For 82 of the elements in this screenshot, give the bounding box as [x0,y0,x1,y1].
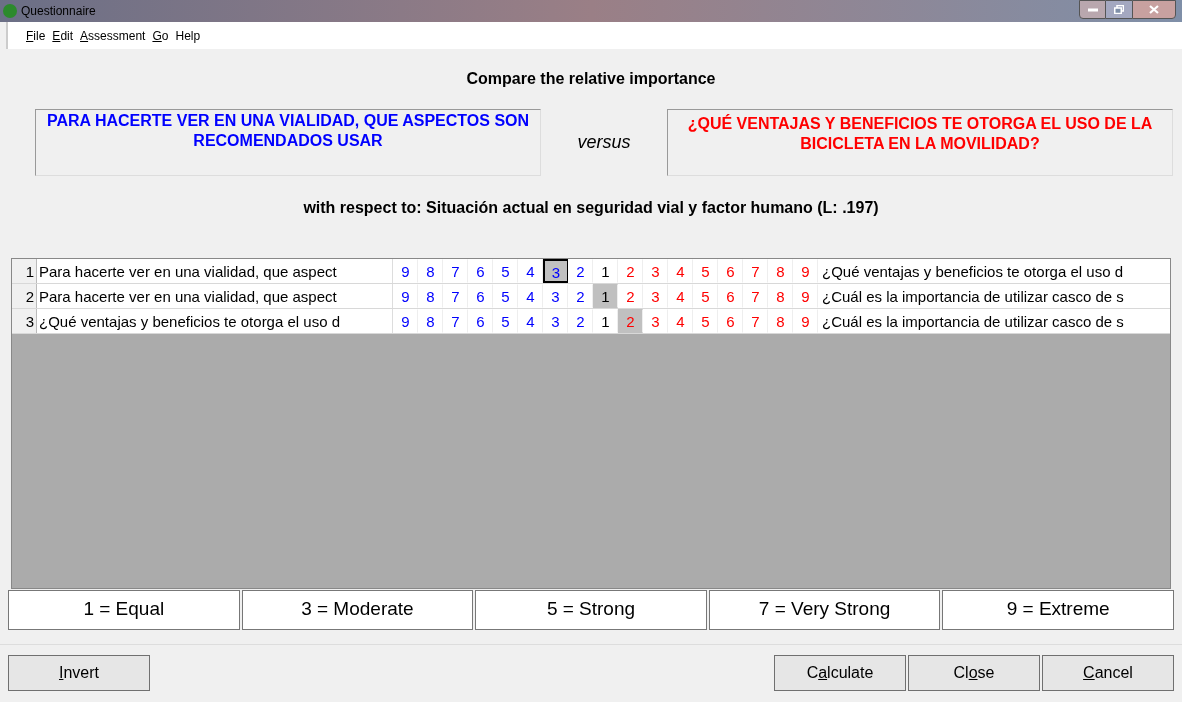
scale-cell[interactable]: 9 [393,309,418,333]
scale-cell[interactable]: 8 [418,309,443,333]
scale-cell[interactable]: 3 [643,309,668,333]
window-title: Questionnaire [21,3,96,20]
scale-cell[interactable]: 5 [693,284,718,308]
scale-cell[interactable]: 3 [543,309,568,333]
row-number: 2 [12,284,37,308]
scale-cell[interactable]: 5 [493,284,518,308]
table-cell-text: ¿Cuál es la importancia de utilizar casco de s [821,287,1125,307]
scale-cell[interactable]: 4 [518,284,543,308]
menu-item[interactable]: Help [175,26,201,45]
scale-cell[interactable]: 2 [618,259,643,283]
scale-cell[interactable]: 4 [668,309,693,333]
menu-item[interactable]: File [26,26,46,45]
minimize-button[interactable] [1079,0,1106,19]
scale-cell[interactable]: 6 [468,259,493,283]
button[interactable]: Close [908,655,1040,691]
legend-item: 7 = Very Strong [708,590,941,630]
menu-item[interactable]: Edit [52,26,74,45]
legend-item: 3 = Moderate [241,590,474,630]
scale-cell[interactable]: 5 [693,309,718,333]
scale-cell[interactable]: 9 [393,259,418,283]
scale-cell[interactable]: 8 [768,309,793,333]
legend-item: 1 = Equal [8,590,240,630]
button[interactable]: Calculate [774,655,906,691]
scale-cell[interactable]: 9 [793,309,818,333]
restore-button[interactable] [1106,0,1132,19]
scale-cell[interactable]: 5 [693,259,718,283]
scale-cell[interactable]: 7 [743,259,768,283]
scale-cell[interactable]: 6 [718,259,743,283]
scale-cell[interactable]: 5 [493,309,518,333]
menu-item[interactable]: Assessment [80,26,146,45]
scale-cell[interactable]: 6 [718,284,743,308]
scale-cell[interactable]: 8 [768,259,793,283]
right-element-box: ¿QUÉ VENTAJAS Y BENEFICIOS TE OTORGA EL USO DE LA BICICLETA EN LA MOVILIDAD? [667,109,1173,176]
legend-item: 9 = Extreme [942,590,1174,630]
heading: Compare the relative importance [466,69,716,89]
close-icon [1149,5,1159,14]
scale-cell[interactable]: 3 [543,259,568,283]
versus-label: versus [576,131,632,154]
scale-cell[interactable]: 9 [393,284,418,308]
scale-cell[interactable]: 2 [568,309,593,333]
left-element-box: PARA HACERTE VER EN UNA VIALIDAD, QUE ASPECTOS SON RECOMENDADOS USAR [35,109,541,176]
table-cell: Para hacerte ver en una vialidad, que aspect [37,259,393,283]
row-number: 3 [12,309,37,333]
scale-cell[interactable]: 1 [593,284,618,308]
scale-cell[interactable]: 7 [743,284,768,308]
scale-cell[interactable]: 1 [593,259,618,283]
scale-cell[interactable]: 9 [793,259,818,283]
button[interactable]: Invert [8,655,150,691]
scale-cell[interactable]: 4 [668,259,693,283]
minimize-icon [1087,7,1098,12]
scale-cell[interactable]: 2 [618,284,643,308]
scale-cell[interactable]: 9 [793,284,818,308]
scale-cell[interactable]: 8 [418,259,443,283]
scale-cell[interactable]: 7 [743,309,768,333]
scale-cell[interactable]: 4 [518,309,543,333]
scale-cell[interactable]: 6 [718,309,743,333]
scale-cell[interactable]: 7 [443,309,468,333]
with-respect-to-label: with respect to: Situación actual en seguridad vial y factor humano (L: .197) [303,198,879,218]
close-button[interactable] [1132,0,1176,19]
scale-cell[interactable]: 4 [668,284,693,308]
table-cell: Para hacerte ver en una vialidad, que aspect [37,284,393,308]
row-number: 1 [12,259,37,283]
scale-cell[interactable]: 6 [468,284,493,308]
scale-cell[interactable]: 8 [418,284,443,308]
scale-cell[interactable]: 8 [768,284,793,308]
scale-cell[interactable]: 2 [568,259,593,283]
scale-cell[interactable]: 3 [543,284,568,308]
table-cell-text: ¿Qué ventajas y beneficios te otorga el uso d [821,262,1124,282]
scale-cell[interactable]: 7 [443,284,468,308]
scale-cell[interactable]: 7 [443,259,468,283]
scale-cell[interactable]: 3 [643,284,668,308]
button[interactable]: Cancel [1042,655,1174,691]
table-cell-text: ¿Cuál es la importancia de utilizar casco de s [821,312,1125,332]
scale-cell[interactable]: 6 [468,309,493,333]
restore-icon [1114,5,1124,14]
legend-item: 5 = Strong [475,590,707,630]
scale-cell[interactable]: 3 [643,259,668,283]
table-cell: ¿Qué ventajas y beneficios te otorga el uso d [37,309,393,333]
scale-cell[interactable]: 5 [493,259,518,283]
menu-item[interactable]: Go [152,26,169,45]
